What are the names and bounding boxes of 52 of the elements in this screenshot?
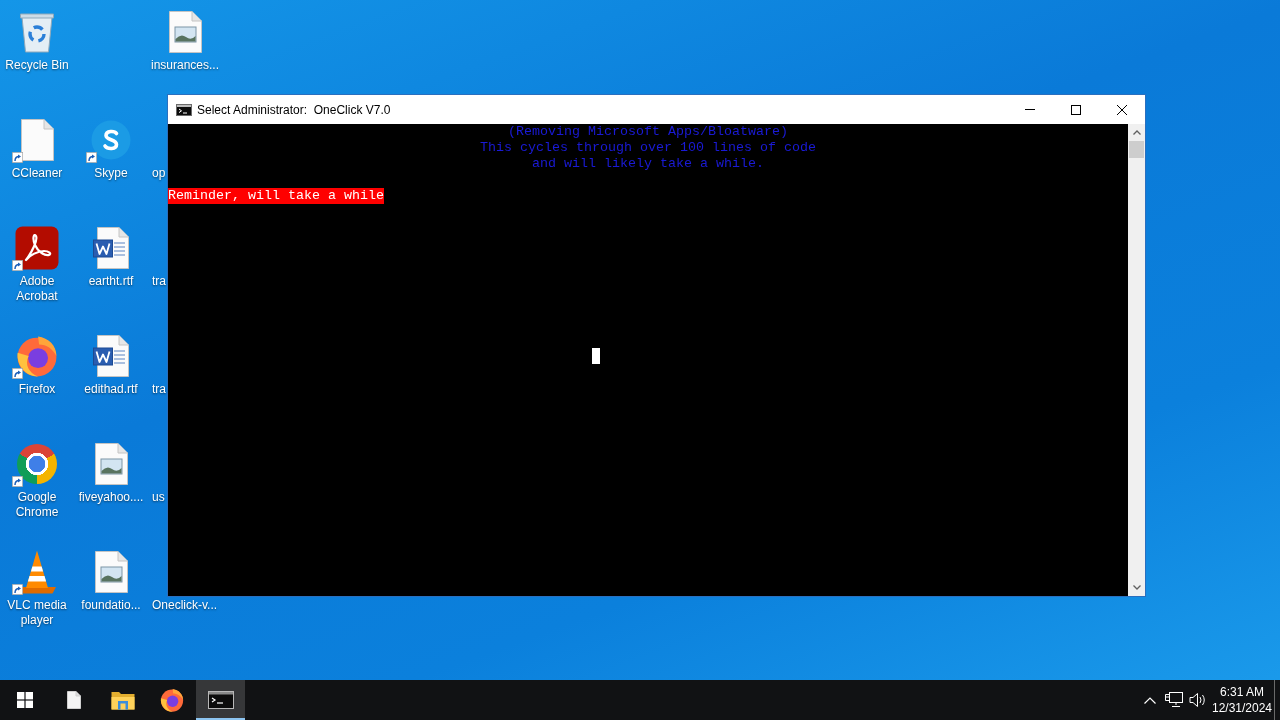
globe-logo-icon <box>159 688 184 712</box>
image-file-icon[interactable] <box>168 11 202 53</box>
icon-label[interactable]: op <box>152 166 166 181</box>
chevron-up-icon <box>1132 130 1141 135</box>
chevron-up-icon <box>1144 696 1156 704</box>
close-icon <box>1117 104 1127 115</box>
network-icon <box>1165 692 1183 708</box>
word-document-icon[interactable] <box>93 335 129 377</box>
volume-icon <box>1189 692 1207 708</box>
taskbar-button[interactable] <box>196 680 245 720</box>
icon-label[interactable]: Google Chrome <box>1 490 73 520</box>
icon-label[interactable]: Adobe Acrobat <box>1 274 73 304</box>
windows-logo-icon <box>16 692 33 708</box>
icon-label[interactable]: edithad.rtf <box>84 382 138 397</box>
globe-logo-icon[interactable] <box>16 335 58 377</box>
image-file-icon[interactable] <box>94 443 128 485</box>
ring-logo-icon[interactable] <box>17 444 57 484</box>
icon-label[interactable]: Oneclick-v... <box>152 598 218 613</box>
icon-label[interactable]: tra <box>152 274 166 289</box>
icon-label[interactable]: eartht.rtf <box>88 274 134 289</box>
icon-label[interactable]: VLC media player <box>1 598 73 628</box>
console-line: This cycles through over 100 lines of code <box>480 140 816 156</box>
blank-document-icon[interactable] <box>20 119 54 161</box>
icon-label[interactable]: Firefox <box>18 382 56 397</box>
minimize-icon <box>1025 109 1035 110</box>
icon-label[interactable]: us <box>152 490 165 505</box>
clock-time[interactable]: 6:31 AM <box>1220 684 1264 700</box>
chevron-down-icon <box>1132 585 1141 590</box>
icon-label[interactable]: insurances... <box>150 58 219 73</box>
console-line: and will likely take a while. <box>532 156 764 172</box>
icon-label[interactable]: Skype <box>94 166 128 181</box>
console-line: (Removing Microsoft Apps/Bloatware) <box>508 124 788 140</box>
window-title: Select Administrator: OneClick V7.0 <box>197 102 391 117</box>
scroll-thumb[interactable] <box>1129 141 1144 158</box>
icon-label[interactable]: Recycle Bin <box>5 58 69 73</box>
icon-label[interactable]: foundatio... <box>81 598 141 613</box>
text-cursor-icon <box>592 348 600 364</box>
recycle-bin-icon[interactable] <box>19 11 55 53</box>
s-logo-icon[interactable] <box>91 120 131 160</box>
terminal-icon <box>176 103 192 116</box>
icon-label[interactable]: tra <box>152 382 166 397</box>
document-icon <box>66 691 81 709</box>
terminal-icon <box>207 691 234 709</box>
icon-label[interactable]: CCleaner <box>11 166 63 181</box>
maximize-icon <box>1071 104 1081 115</box>
word-document-icon[interactable] <box>93 227 129 269</box>
clock-date[interactable]: 12/31/2024 <box>1211 700 1273 716</box>
pdf-app-icon[interactable] <box>15 226 59 270</box>
icon-label[interactable]: fiveyahoo.... <box>78 490 144 505</box>
folder-icon <box>110 690 135 710</box>
scrollbar[interactable] <box>1128 124 1145 596</box>
image-file-icon[interactable] <box>94 551 128 593</box>
